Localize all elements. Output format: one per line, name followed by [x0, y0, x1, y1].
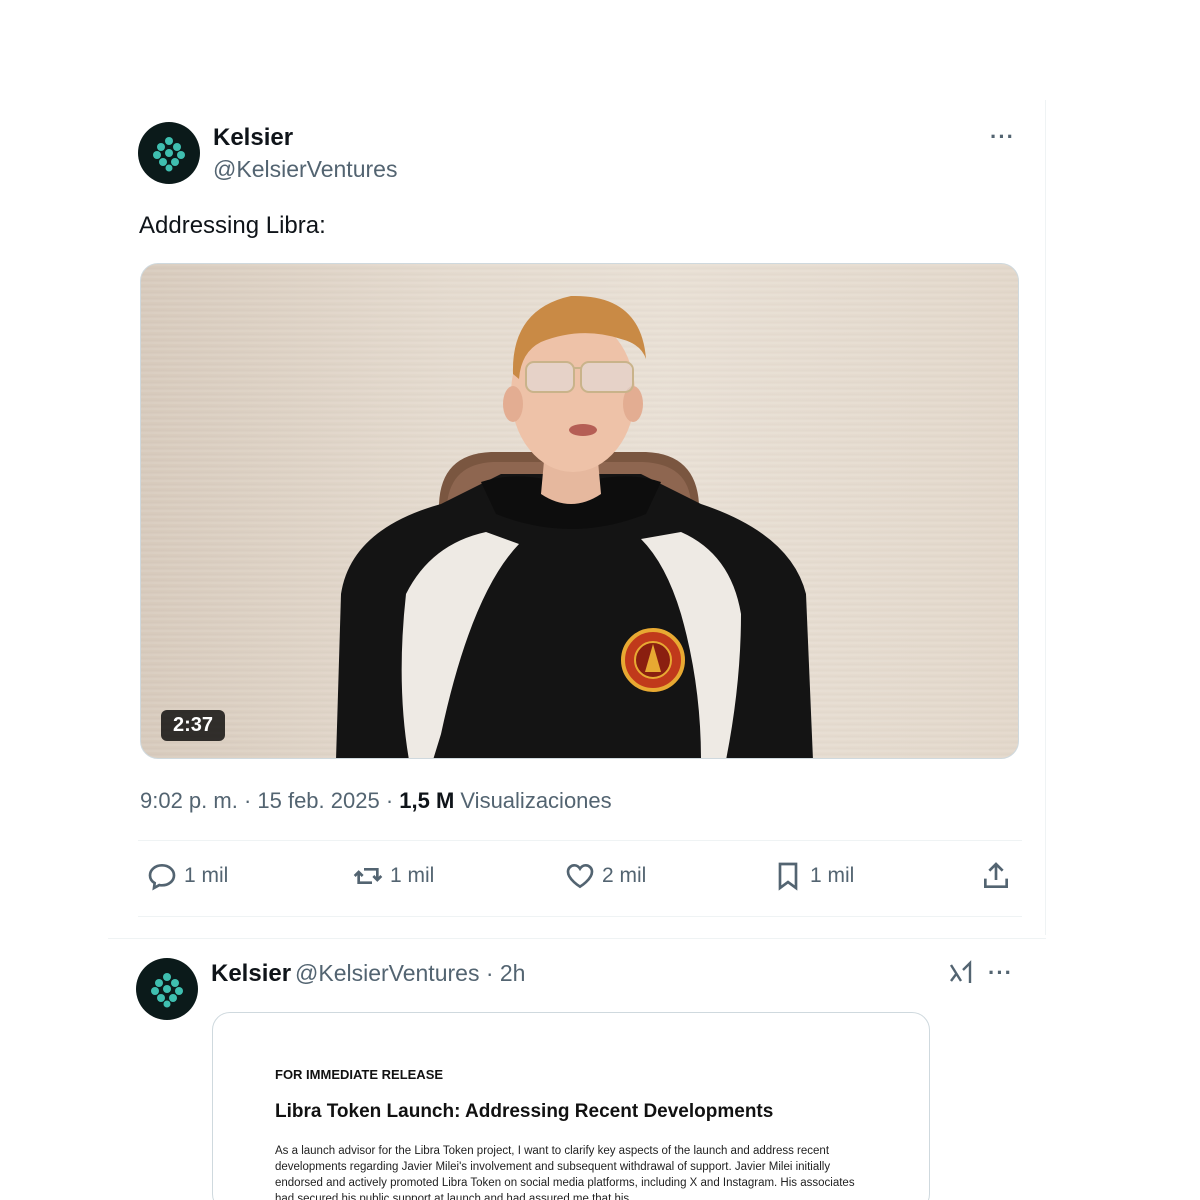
- grok-icon[interactable]: [948, 960, 974, 986]
- views-label: Visualizaciones: [454, 788, 612, 813]
- repost-button[interactable]: 1 mil: [352, 860, 434, 892]
- bookmark-button[interactable]: 1 mil: [772, 860, 854, 892]
- repost-icon: [353, 868, 383, 884]
- like-icon: [566, 863, 594, 889]
- reply-icon: [148, 863, 176, 891]
- kelsier-logo-icon: [151, 973, 183, 1008]
- tweet-actions: 1 mil 1 mil 2 mil 1 mil: [140, 860, 1020, 900]
- tweet-text: Addressing Libra:: [139, 212, 326, 239]
- bookmark-icon: [778, 862, 798, 891]
- document-title: Libra Token Launch: Addressing Recent De…: [275, 1101, 774, 1122]
- video-player[interactable]: 2:37: [140, 263, 1019, 759]
- video-frame-person: [336, 295, 813, 758]
- video-duration: 2:37: [161, 710, 226, 741]
- divider: [138, 916, 1022, 917]
- like-button[interactable]: 2 mil: [564, 860, 646, 892]
- tweet-timestamp-views: 9:02 p. m. · 15 feb. 2025 · 1,5 M Visual…: [140, 788, 612, 814]
- reply-button[interactable]: 1 mil: [146, 860, 228, 892]
- more-icon[interactable]: ···: [988, 960, 1013, 986]
- tweet-timestamp[interactable]: 9:02 p. m. · 15 feb. 2025 ·: [140, 788, 399, 813]
- views-count: 1,5 M: [399, 788, 455, 813]
- more-icon[interactable]: ···: [990, 124, 1015, 150]
- document-image[interactable]: FOR IMMEDIATE RELEASE Libra Token Launch…: [212, 1012, 930, 1200]
- document-body: As a launch advisor for the Libra Token …: [275, 1145, 855, 1200]
- avatar[interactable]: [136, 958, 198, 1020]
- repost-count: 1 mil: [390, 864, 435, 887]
- share-button[interactable]: [980, 860, 1012, 892]
- author-handle-time[interactable]: @KelsierVentures · 2h: [295, 960, 525, 987]
- divider: [138, 840, 1022, 841]
- document-release-label: FOR IMMEDIATE RELEASE: [275, 1067, 444, 1082]
- reply-count: 1 mil: [184, 864, 229, 887]
- share-icon: [984, 862, 1008, 888]
- bookmark-count: 1 mil: [810, 864, 855, 887]
- kelsier-logo-icon: [153, 137, 185, 172]
- author-name[interactable]: Kelsier: [211, 960, 291, 988]
- avatar[interactable]: [138, 122, 200, 184]
- author-handle[interactable]: @KelsierVentures: [213, 156, 397, 183]
- tweet-card-border: [1045, 100, 1046, 935]
- like-count: 2 mil: [602, 864, 647, 887]
- author-name[interactable]: Kelsier: [213, 124, 293, 152]
